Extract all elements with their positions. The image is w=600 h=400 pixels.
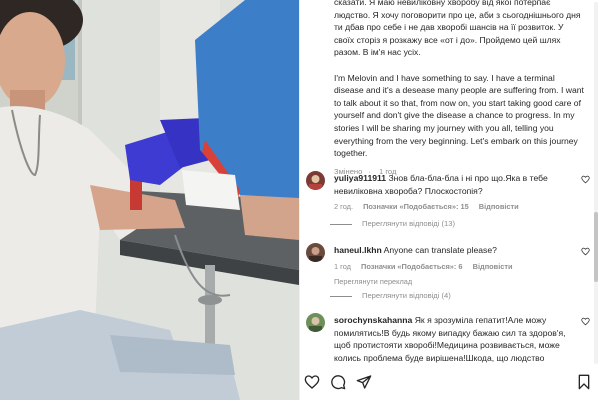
comment-username[interactable]: sorochynskahanna <box>334 315 412 325</box>
bookmark-icon[interactable] <box>576 374 592 390</box>
comment-meta: 2 год. Позначки «Подобається»: 15 Відпов… <box>334 201 578 214</box>
comment-text: Anyone can translate please? <box>383 245 497 255</box>
view-replies[interactable]: Переглянути відповіді (13) <box>330 219 455 228</box>
caption-ukrainian: сказати. Я маю невиліковну хворобу від я… <box>334 0 581 58</box>
avatar[interactable] <box>306 313 325 332</box>
comment-time: 2 год. <box>334 202 354 212</box>
comments-scroll-area[interactable]: сказати. Я маю невиліковну хворобу від я… <box>300 0 592 364</box>
post-photo <box>0 0 299 400</box>
scrollbar-thumb[interactable] <box>594 212 598 282</box>
comment-icon[interactable] <box>330 374 346 390</box>
post-action-bar <box>300 364 600 400</box>
avatar[interactable] <box>306 171 325 190</box>
comment-time: 1 год <box>334 261 351 271</box>
comments-panel: сказати. Я маю невиліковну хворобу від я… <box>299 0 600 400</box>
avatar[interactable] <box>306 243 325 262</box>
view-replies-label: Переглянути відповіді (13) <box>362 219 456 228</box>
reply-button[interactable]: Відповісти <box>473 262 513 271</box>
post-caption: сказати. Я маю невиліковну хворобу від я… <box>334 0 586 179</box>
view-replies-label: Переглянути відповіді (4) <box>362 291 451 300</box>
comment-likes[interactable]: Позначки «Подобається»: 6 <box>361 262 463 271</box>
heart-icon[interactable] <box>581 317 590 326</box>
comment-meta: 1 год Позначки «Подобається»: 6 Відповіс… <box>334 261 578 274</box>
comment-username[interactable]: yuliya911911 <box>334 173 386 183</box>
view-replies[interactable]: Переглянути відповіді (4) <box>330 291 451 300</box>
send-icon[interactable] <box>356 374 372 390</box>
photo-illustration <box>0 0 299 400</box>
see-translation-link[interactable]: Переглянути переклад <box>334 276 578 289</box>
reply-button[interactable]: Відповісти <box>479 202 519 211</box>
heart-icon[interactable] <box>581 247 590 256</box>
comment-likes[interactable]: Позначки «Подобається»: 15 <box>363 202 469 211</box>
heart-icon[interactable] <box>304 374 320 390</box>
heart-icon[interactable] <box>581 175 590 184</box>
caption-english: I'm Melovin and I have something to say.… <box>334 72 584 159</box>
comment-username[interactable]: haneul.lkhn <box>334 245 382 255</box>
scrollbar[interactable] <box>594 2 598 364</box>
